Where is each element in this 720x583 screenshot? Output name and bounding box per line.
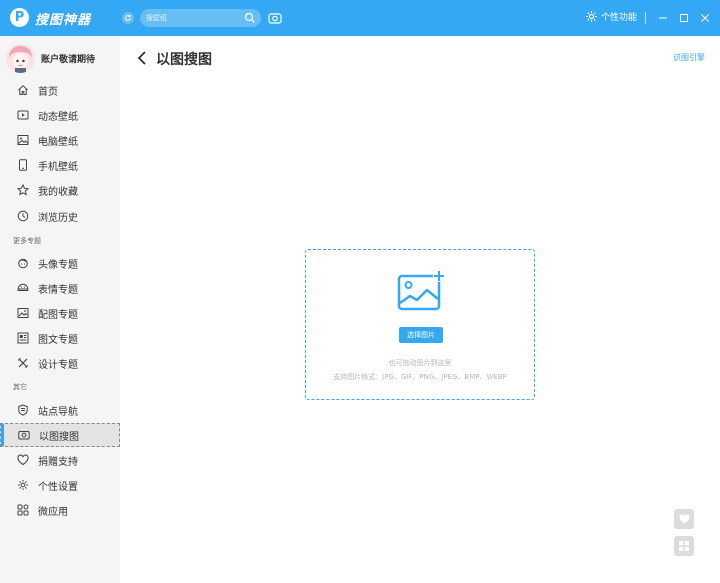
sidebar-item-micro-apps[interactable]: 微应用 — [0, 498, 120, 522]
minimize-icon[interactable] — [656, 11, 670, 25]
refresh-icon[interactable] — [122, 12, 134, 24]
home-icon — [17, 84, 29, 96]
design-icon — [17, 357, 29, 369]
gear-icon — [17, 479, 29, 491]
image-icon — [17, 134, 29, 146]
sidebar-item-emoji-topic[interactable]: 表情专题 — [0, 276, 120, 300]
sidebar-item-label: 手机壁纸 — [38, 161, 78, 173]
back-icon[interactable] — [136, 50, 148, 66]
search-box[interactable] — [140, 9, 261, 27]
emoji-icon — [17, 282, 29, 294]
main-content: 以图搜图 识图引擎 选择图片 也可拖动图片到这里 支持图片格式：JPG、GIF、… — [120, 36, 720, 583]
sidebar-item-image-search[interactable]: 以图搜图 — [0, 423, 120, 447]
sidebar-item-history[interactable]: 浏览历史 — [0, 204, 120, 228]
clock-icon — [17, 210, 29, 222]
sidebar-item-design-topic[interactable]: 设计专题 — [0, 351, 120, 375]
article-icon — [17, 332, 29, 344]
camera-search-icon[interactable] — [268, 11, 282, 25]
sidebar-item-label: 电脑壁纸 — [38, 136, 78, 148]
sidebar-item-phone-wallpaper[interactable]: 手机壁纸 — [0, 153, 120, 177]
app-title: 搜图神器 — [35, 13, 92, 28]
sidebar-item-site-navigation[interactable]: 站点导航 — [0, 398, 120, 422]
section-label-more: 更多专题 — [13, 237, 41, 245]
sidebar-item-label: 配图专题 — [38, 309, 78, 321]
sidebar-item-label: 动态壁纸 — [38, 111, 78, 123]
personal-features-button[interactable]: 个性功能 — [585, 10, 637, 23]
sidebar-item-label: 捐赠支持 — [38, 456, 78, 468]
sidebar-item-label: 图文专题 — [38, 334, 78, 346]
sidebar-item-live-wallpaper[interactable]: 动态壁纸 — [0, 103, 120, 127]
maximize-icon[interactable] — [677, 11, 691, 25]
sidebar-item-settings[interactable]: 个性设置 — [0, 473, 120, 497]
gear-icon — [586, 11, 597, 22]
app-logo: P — [10, 8, 29, 27]
sidebar-item-label: 个性设置 — [38, 481, 78, 493]
close-icon[interactable] — [698, 11, 712, 25]
image-drop-zone[interactable]: 选择图片 也可拖动图片到这里 支持图片格式：JPG、GIF、PNG、JPEG、B… — [305, 249, 535, 400]
avatar[interactable] — [6, 44, 35, 73]
sidebar-item-donate[interactable]: 捐赠支持 — [0, 448, 120, 472]
sidebar-item-label: 表情专题 — [38, 284, 78, 296]
section-label-other: 其它 — [13, 383, 27, 391]
choose-image-button[interactable]: 选择图片 — [399, 327, 443, 343]
title-bar: P 搜图神器 个性功能 — [0, 0, 720, 36]
sidebar-item-pc-wallpaper[interactable]: 电脑壁纸 — [0, 128, 120, 152]
favorite-float-button[interactable] — [674, 509, 694, 529]
window-controls-divider — [645, 12, 646, 24]
camera-icon — [18, 429, 30, 441]
username: 账户敬请期待 — [41, 55, 96, 65]
sidebar-item-article-topic[interactable]: 图文专题 — [0, 326, 120, 350]
sidebar-item-label: 设计专题 — [38, 359, 78, 371]
sidebar-item-label: 微应用 — [38, 506, 68, 518]
sidebar-item-label: 我的收藏 — [38, 186, 78, 198]
apps-float-button[interactable] — [674, 536, 694, 556]
sidebar-item-label: 站点导航 — [38, 406, 78, 418]
drag-hint: 也可拖动图片到这里 — [388, 359, 452, 367]
supported-formats-hint: 支持图片格式：JPG、GIF、PNG、JPEG、BMP、WEBP — [333, 373, 507, 381]
page-title: 以图搜图 — [156, 52, 212, 68]
sidebar-item-label: 首页 — [38, 86, 58, 98]
search-engine-link[interactable]: 识图引擎 — [673, 52, 705, 63]
sidebar-item-label: 浏览历史 — [38, 212, 78, 224]
sidebar-item-avatar-topic[interactable]: 头像专题 — [0, 251, 120, 275]
video-icon — [17, 109, 29, 121]
search-icon[interactable] — [244, 12, 256, 24]
heart-icon — [17, 454, 29, 466]
apps-icon — [17, 504, 29, 516]
sidebar-item-home[interactable]: 首页 — [0, 78, 120, 102]
shield-icon — [17, 404, 29, 416]
sidebar-item-label: 头像专题 — [38, 259, 78, 271]
user-profile[interactable]: 账户敬请期待 — [6, 44, 95, 73]
star-icon — [17, 184, 29, 196]
avatar-icon — [17, 257, 29, 269]
apps-icon — [679, 541, 689, 551]
sidebar-item-picture-topic[interactable]: 配图专题 — [0, 301, 120, 325]
sidebar-item-label: 以图搜图 — [39, 431, 79, 443]
search-input[interactable] — [146, 11, 241, 25]
phone-icon — [17, 159, 29, 171]
picture-icon — [17, 307, 29, 319]
personal-features-label: 个性功能 — [601, 13, 638, 23]
sidebar-item-favorites[interactable]: 我的收藏 — [0, 178, 120, 202]
heart-icon — [678, 514, 690, 524]
sidebar: 账户敬请期待 首页 动态壁纸 电脑壁纸 手机壁纸 我的收藏 浏览历史 更多专题 … — [0, 36, 120, 583]
add-image-icon — [397, 270, 445, 311]
